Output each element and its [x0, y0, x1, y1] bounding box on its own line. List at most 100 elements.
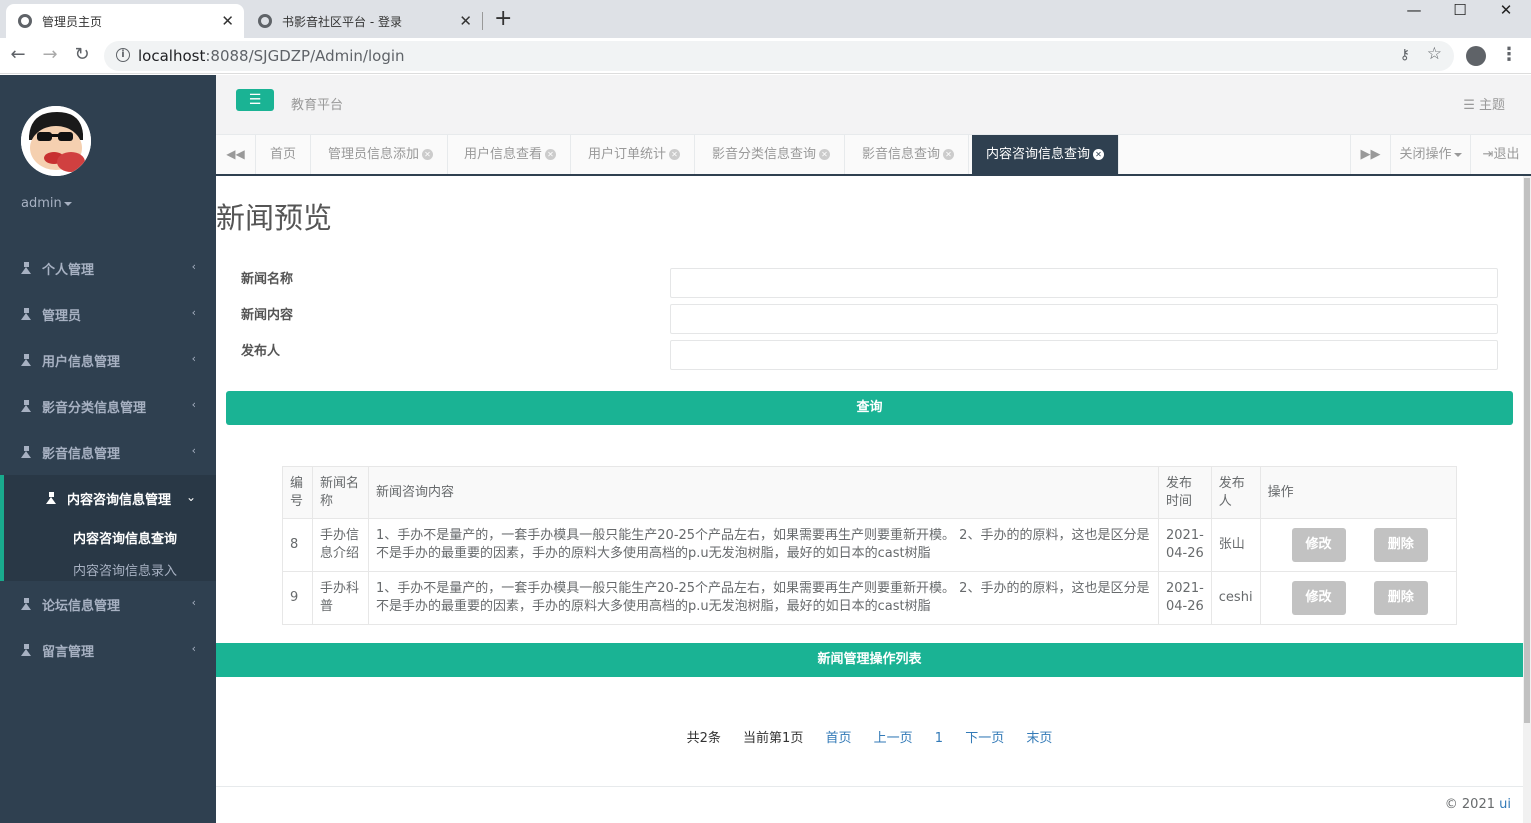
cell-time: 2021-04-26 — [1158, 518, 1212, 572]
sidebar-item-content[interactable]: 内容咨询信息管理 ⌄ — [25, 475, 216, 521]
flask-icon — [21, 308, 32, 320]
tab-admin-add[interactable]: 管理员信息添加 ✕ — [314, 135, 449, 174]
news-content-input[interactable] — [670, 304, 1498, 334]
back-arrow-icon[interactable]: ← — [6, 44, 30, 65]
tab-media-query[interactable]: 影音信息查询 ✕ — [848, 135, 970, 174]
main-content: 新闻预览 新闻名称 新闻内容 发布人 查询 编号 新闻名称 新闻咨询内容 发布时… — [216, 176, 1523, 823]
more-menu-icon[interactable]: ⋮ — [1500, 44, 1518, 65]
cell-name: 手办科普 — [312, 571, 369, 625]
theme-button[interactable]: ☰ 主题 — [1463, 94, 1505, 113]
browser-tab-admin-home[interactable]: 管理员主页 ✕ — [6, 4, 244, 38]
close-tab-icon[interactable]: ✕ — [459, 12, 472, 30]
sidebar-item-media-category[interactable]: 影音分类信息管理 ‹ — [0, 383, 216, 429]
maximize-button[interactable]: ☐ — [1437, 0, 1483, 20]
cell-author: 张山 — [1210, 518, 1261, 572]
sidebar-menu: 个人管理 ‹ 管理员 ‹ 用户信息管理 ‹ 影音分类信息管理 ‹ 影音信息管理 ‹ 内容咨… — [0, 245, 216, 673]
sidebar-item-label: 管理员 — [42, 308, 82, 324]
chevron-left-icon: ‹ — [191, 306, 196, 319]
pagination-page-link[interactable]: 1 — [935, 731, 943, 746]
scroll-tabs-left-button[interactable]: ◀◀ — [216, 135, 256, 174]
flask-icon — [21, 644, 32, 656]
cell-id: 9 — [282, 571, 313, 625]
browser-toolbar: ← → ↻ i localhost:8088/SJGDZP/Admin/logi… — [0, 38, 1531, 74]
news-table: 编号 新闻名称 新闻咨询内容 发布时间 发布人 操作 8 手办信息介绍 1、手办… — [282, 466, 1458, 625]
col-time-header: 发布时间 — [1158, 466, 1212, 519]
edit-button[interactable]: 修改 — [1291, 528, 1346, 562]
delete-button[interactable]: 删除 — [1373, 581, 1428, 615]
sidebar-item-forum[interactable]: 论坛信息管理 ‹ — [0, 581, 216, 627]
pagination-prev-link[interactable]: 上一页 — [874, 731, 913, 746]
chevron-down-icon: ⌄ — [185, 490, 196, 504]
forward-arrow-icon[interactable]: → — [38, 44, 62, 65]
minimize-button[interactable]: — — [1391, 0, 1437, 20]
close-tab-icon[interactable]: ✕ — [545, 149, 557, 160]
url-text: localhost:8088/SJGDZP/Admin/login — [138, 47, 405, 65]
tab-separator — [482, 12, 483, 30]
flask-icon — [46, 492, 57, 504]
cell-actions: 修改 删除 — [1259, 571, 1458, 625]
tab-label: 用户订单统计 — [588, 147, 667, 162]
sidebar-item-users[interactable]: 用户信息管理 ‹ — [0, 337, 216, 383]
delete-button[interactable]: 删除 — [1373, 528, 1428, 562]
tab-media-category[interactable]: 影音分类信息查询 ✕ — [698, 135, 846, 174]
globe-icon — [258, 14, 272, 28]
close-tab-icon[interactable]: ✕ — [1093, 149, 1105, 160]
edit-button[interactable]: 修改 — [1291, 581, 1346, 615]
pagination-next-link[interactable]: 下一页 — [965, 731, 1004, 746]
pagination-total: 共2条 — [686, 731, 721, 746]
footer-link[interactable]: ui — [1499, 797, 1511, 812]
cell-content: 1、手办不是量产的，一套手办模具一般只能生产20-25个产品左右，如果需要再生产… — [368, 571, 1159, 625]
tab-label: 管理员信息添加 — [328, 147, 420, 162]
menu-toggle-button[interactable]: ☰ — [236, 89, 274, 111]
profile-avatar-icon[interactable] — [1466, 46, 1486, 66]
scrollbar-thumb[interactable] — [1524, 178, 1530, 723]
caret-down-icon — [1453, 152, 1462, 157]
cell-id: 8 — [282, 518, 313, 572]
username-label: admin — [21, 196, 62, 211]
bookmark-star-icon[interactable]: ☆ — [1427, 44, 1442, 64]
close-tab-icon[interactable]: ✕ — [669, 149, 681, 160]
tab-home[interactable]: 首页 — [256, 135, 312, 174]
logout-button[interactable]: ⇥退出 — [1470, 135, 1531, 174]
address-bar[interactable]: i localhost:8088/SJGDZP/Admin/login ⚷ ☆ — [104, 41, 1454, 71]
sidebar-subitem-content-query[interactable]: 内容咨询信息查询 — [25, 521, 216, 553]
sidebar-item-admin[interactable]: 管理员 ‹ — [0, 291, 216, 337]
sidebar-item-messages[interactable]: 留言管理 ‹ — [0, 627, 216, 673]
site-info-icon[interactable]: i — [116, 48, 130, 62]
close-tab-icon[interactable]: ✕ — [422, 149, 434, 160]
page-scrollbar[interactable] — [1523, 176, 1531, 823]
sidebar-item-label: 内容咨询信息管理 — [67, 492, 172, 508]
sidebar-item-personal[interactable]: 个人管理 ‹ — [0, 245, 216, 291]
tab-user-view[interactable]: 用户信息查看 ✕ — [450, 135, 572, 174]
key-icon[interactable]: ⚷ — [1400, 47, 1410, 63]
tab-order-stats[interactable]: 用户订单统计 ✕ — [574, 135, 696, 174]
browser-tab-login[interactable]: 书影音社区平台 - 登录 ✕ — [246, 4, 482, 38]
close-operations-dropdown[interactable]: 关闭操作 — [1390, 135, 1470, 174]
chevron-left-icon: ‹ — [191, 596, 196, 609]
scroll-tabs-right-button[interactable]: ▶▶ — [1350, 135, 1390, 174]
sidebar-item-media[interactable]: 影音信息管理 ‹ — [0, 429, 216, 475]
query-button[interactable]: 查询 — [226, 391, 1513, 425]
logout-icon: ⇥ — [1482, 147, 1494, 162]
cell-name: 手办信息介绍 — [312, 518, 369, 572]
tab-label: 用户信息查看 — [464, 147, 543, 162]
new-tab-button[interactable]: + — [494, 6, 512, 31]
username-dropdown[interactable]: admin — [21, 196, 72, 211]
flask-icon — [21, 262, 32, 274]
tab-content-query[interactable]: 内容咨询信息查询 ✕ — [972, 135, 1120, 174]
close-window-button[interactable]: ✕ — [1483, 0, 1529, 20]
reload-icon[interactable]: ↻ — [70, 44, 94, 65]
col-name-header: 新闻名称 — [312, 466, 369, 519]
url-path: :8088/SJGDZP/Admin/login — [205, 47, 405, 65]
news-name-input[interactable] — [670, 268, 1498, 298]
chevron-left-icon: ‹ — [191, 352, 196, 365]
pagination-last-link[interactable]: 末页 — [1026, 731, 1052, 746]
close-tab-icon[interactable]: ✕ — [221, 12, 234, 30]
news-content-label: 新闻内容 — [241, 308, 294, 323]
close-tab-icon[interactable]: ✕ — [943, 149, 955, 160]
copyright-text: © 2021 — [1444, 797, 1495, 812]
brand-title: 教育平台 — [291, 98, 344, 113]
close-tab-icon[interactable]: ✕ — [819, 149, 831, 160]
pagination-first-link[interactable]: 首页 — [825, 731, 851, 746]
publisher-input[interactable] — [670, 340, 1498, 370]
